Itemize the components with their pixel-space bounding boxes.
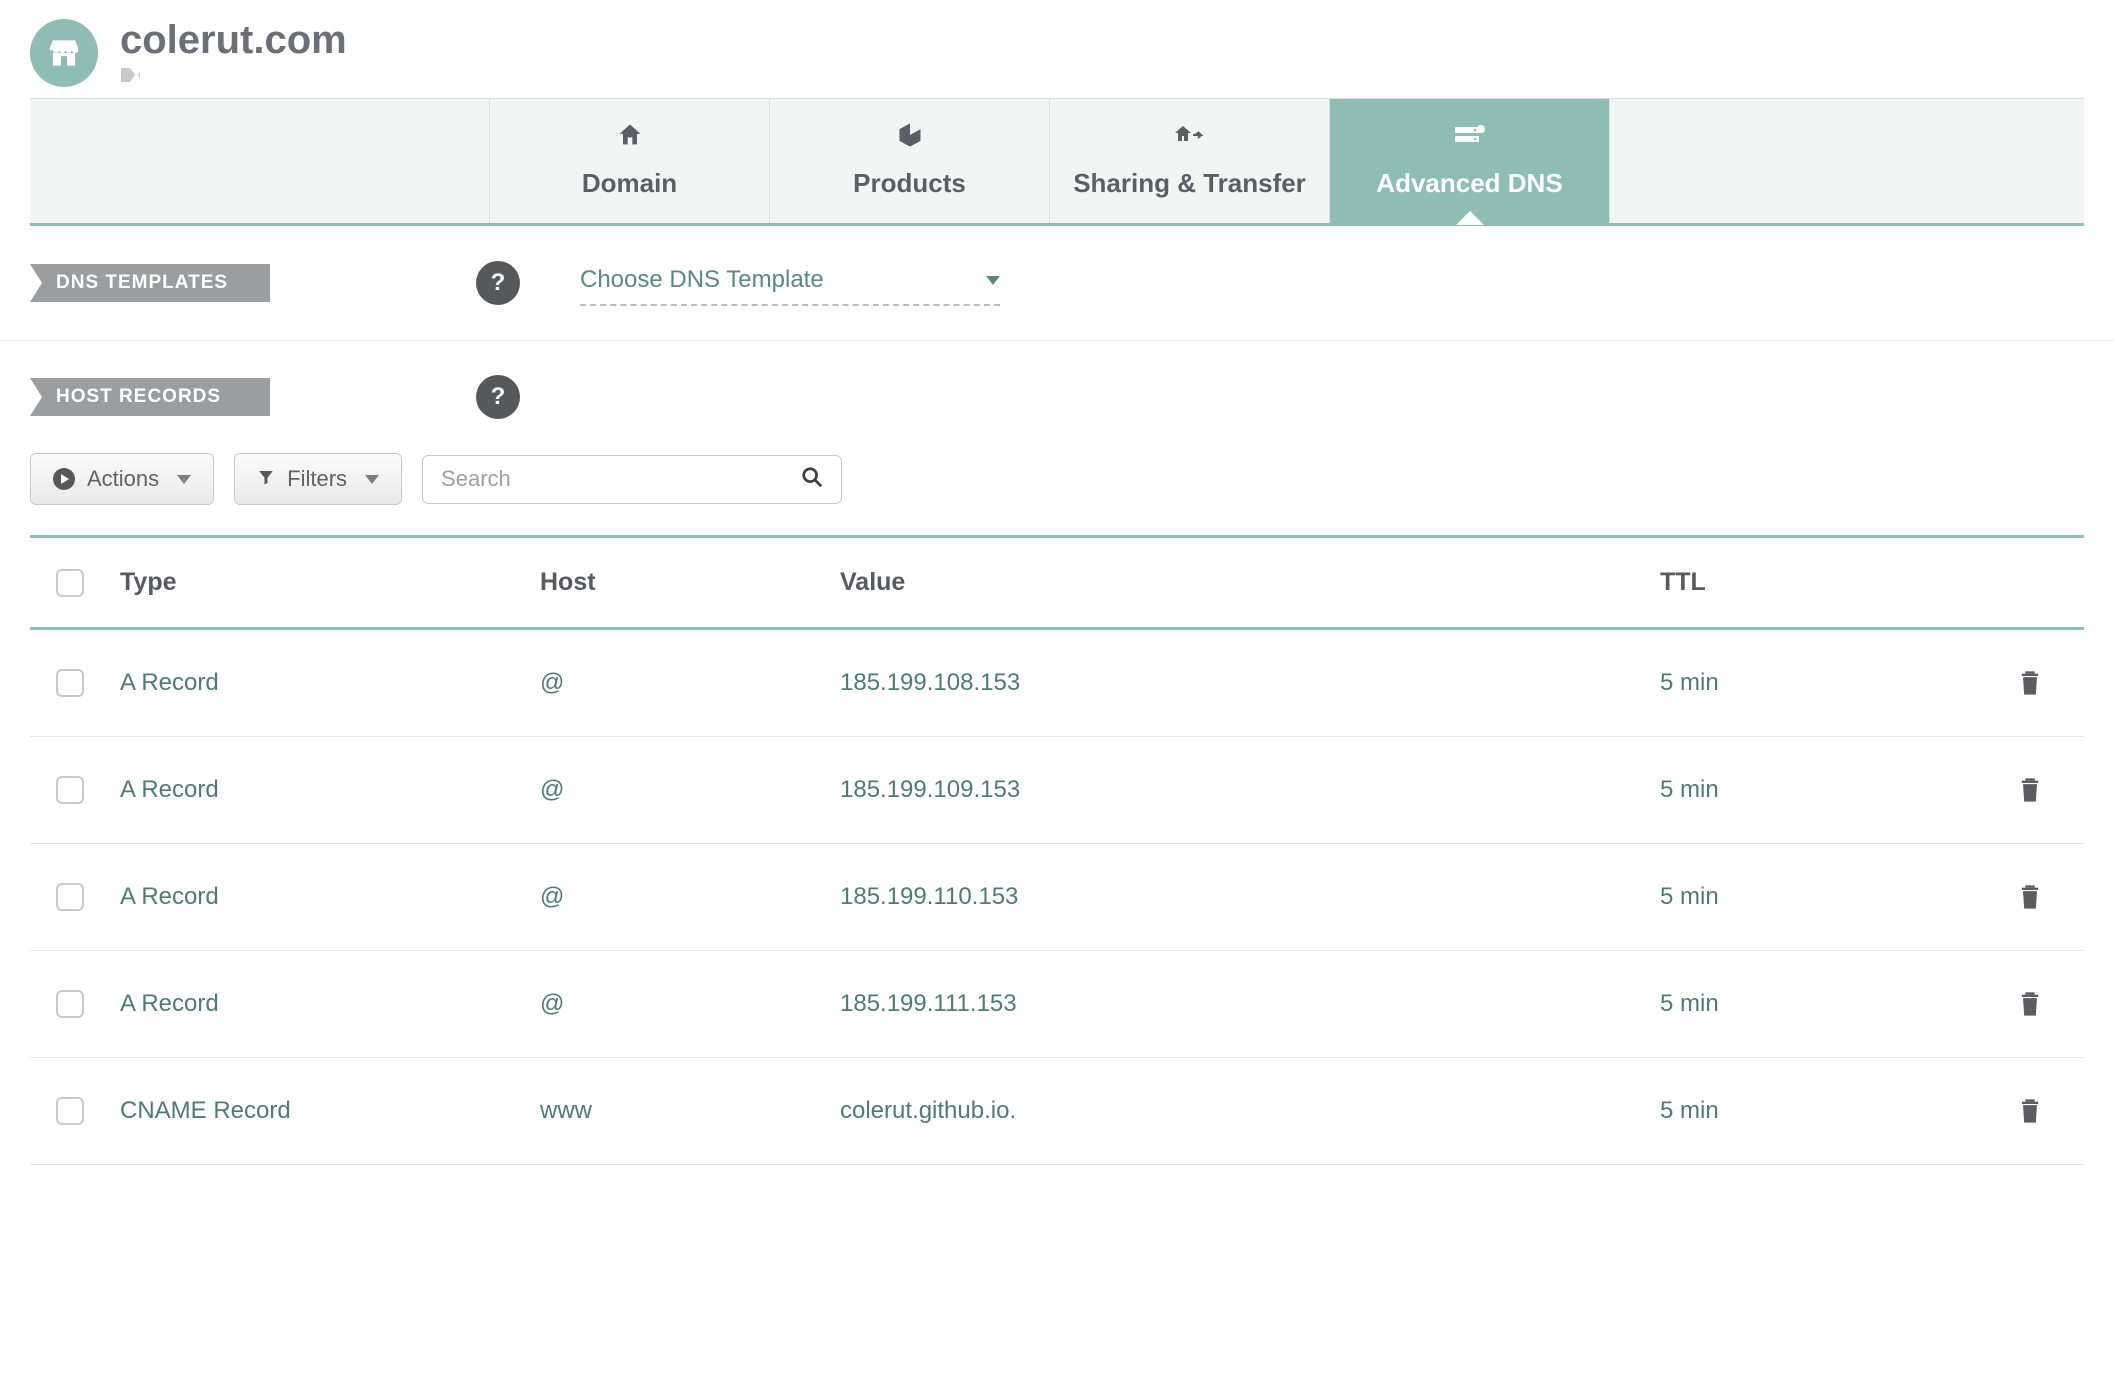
- actions-button[interactable]: Actions: [30, 453, 214, 505]
- delete-button[interactable]: [1980, 1096, 2080, 1126]
- search-field[interactable]: [422, 455, 842, 504]
- actions-label: Actions: [87, 466, 159, 492]
- cell-value[interactable]: 185.199.110.153: [840, 883, 1660, 911]
- cell-value[interactable]: 185.199.111.153: [840, 990, 1660, 1018]
- tab-label: Advanced DNS: [1376, 168, 1562, 199]
- table-row: A Record@185.199.109.1535 min: [30, 737, 2084, 844]
- chevron-down-icon: [177, 475, 191, 484]
- cell-host[interactable]: @: [540, 883, 840, 911]
- tab-advanced-dns[interactable]: Advanced DNS: [1330, 99, 1610, 223]
- records-table: Type Host Value TTL A Record@185.199.108…: [30, 535, 2084, 1165]
- cell-value[interactable]: 185.199.109.153: [840, 776, 1660, 804]
- help-icon[interactable]: ?: [476, 261, 520, 305]
- filters-label: Filters: [287, 466, 347, 492]
- row-checkbox[interactable]: [56, 1097, 84, 1125]
- cell-type[interactable]: A Record: [120, 776, 540, 804]
- cell-host[interactable]: www: [540, 1097, 840, 1125]
- box-icon: [895, 121, 925, 154]
- cell-type[interactable]: CNAME Record: [120, 1097, 540, 1125]
- transfer-icon: [1173, 121, 1207, 154]
- col-type: Type: [120, 568, 540, 597]
- page-header: colerut.com +: [0, 0, 2114, 98]
- dns-templates-section: DNS TEMPLATES ? Choose DNS Template: [0, 226, 2114, 341]
- dns-templates-label: DNS TEMPLATES: [30, 264, 270, 302]
- row-checkbox[interactable]: [56, 883, 84, 911]
- funnel-icon: [257, 466, 275, 492]
- cell-host[interactable]: @: [540, 669, 840, 697]
- tab-sharing-transfer[interactable]: Sharing & Transfer: [1050, 99, 1330, 223]
- col-host: Host: [540, 568, 840, 597]
- cell-value[interactable]: colerut.github.io.: [840, 1097, 1660, 1125]
- cell-ttl[interactable]: 5 min: [1660, 990, 1980, 1018]
- cell-type[interactable]: A Record: [120, 883, 540, 911]
- svg-text:+: +: [136, 68, 140, 82]
- cell-type[interactable]: A Record: [120, 669, 540, 697]
- search-icon[interactable]: [801, 466, 823, 493]
- cell-ttl[interactable]: 5 min: [1660, 669, 1980, 697]
- server-icon: [1453, 121, 1487, 154]
- chevron-down-icon: [986, 276, 1000, 285]
- dns-template-select[interactable]: Choose DNS Template: [580, 260, 1000, 306]
- search-input[interactable]: [441, 466, 761, 492]
- cell-host[interactable]: @: [540, 776, 840, 804]
- cell-ttl[interactable]: 5 min: [1660, 883, 1980, 911]
- storefront-icon: [45, 34, 83, 72]
- tab-bar: Domain Products Sharing & Transfer Advan…: [30, 98, 2084, 226]
- tab-filler: [1610, 99, 2084, 223]
- dns-template-select-label: Choose DNS Template: [580, 266, 824, 294]
- row-checkbox[interactable]: [56, 990, 84, 1018]
- host-records-label: HOST RECORDS: [30, 378, 270, 416]
- chevron-down-icon: [365, 475, 379, 484]
- cell-host[interactable]: @: [540, 990, 840, 1018]
- records-toolbar: Actions Filters: [0, 429, 2114, 535]
- cell-ttl[interactable]: 5 min: [1660, 776, 1980, 804]
- cell-ttl[interactable]: 5 min: [1660, 1097, 1980, 1125]
- delete-button[interactable]: [1980, 989, 2080, 1019]
- host-records-section: HOST RECORDS ?: [0, 341, 2114, 429]
- cell-value[interactable]: 185.199.108.153: [840, 669, 1660, 697]
- delete-button[interactable]: [1980, 668, 2080, 698]
- tab-label: Domain: [582, 168, 677, 199]
- delete-button[interactable]: [1980, 882, 2080, 912]
- table-row: A Record@185.199.110.1535 min: [30, 844, 2084, 951]
- table-row: A Record@185.199.111.1535 min: [30, 951, 2084, 1058]
- row-checkbox[interactable]: [56, 669, 84, 697]
- select-all-checkbox[interactable]: [56, 569, 84, 597]
- add-tag-icon[interactable]: +: [120, 67, 347, 88]
- help-icon[interactable]: ?: [476, 375, 520, 419]
- home-icon: [615, 121, 645, 154]
- play-icon: [53, 468, 75, 490]
- tab-domain[interactable]: Domain: [490, 99, 770, 223]
- cell-type[interactable]: A Record: [120, 990, 540, 1018]
- domain-title: colerut.com: [120, 18, 347, 63]
- domain-logo: [30, 19, 98, 87]
- table-header: Type Host Value TTL: [30, 538, 2084, 630]
- tab-products[interactable]: Products: [770, 99, 1050, 223]
- table-row: CNAME Recordwwwcolerut.github.io.5 min: [30, 1058, 2084, 1165]
- tab-label: Products: [853, 168, 966, 199]
- col-ttl: TTL: [1660, 568, 1980, 597]
- filters-button[interactable]: Filters: [234, 453, 402, 505]
- table-row: A Record@185.199.108.1535 min: [30, 630, 2084, 737]
- delete-button[interactable]: [1980, 775, 2080, 805]
- col-value: Value: [840, 568, 1660, 597]
- tab-label: Sharing & Transfer: [1073, 168, 1306, 199]
- tab-spacer: [30, 99, 490, 223]
- row-checkbox[interactable]: [56, 776, 84, 804]
